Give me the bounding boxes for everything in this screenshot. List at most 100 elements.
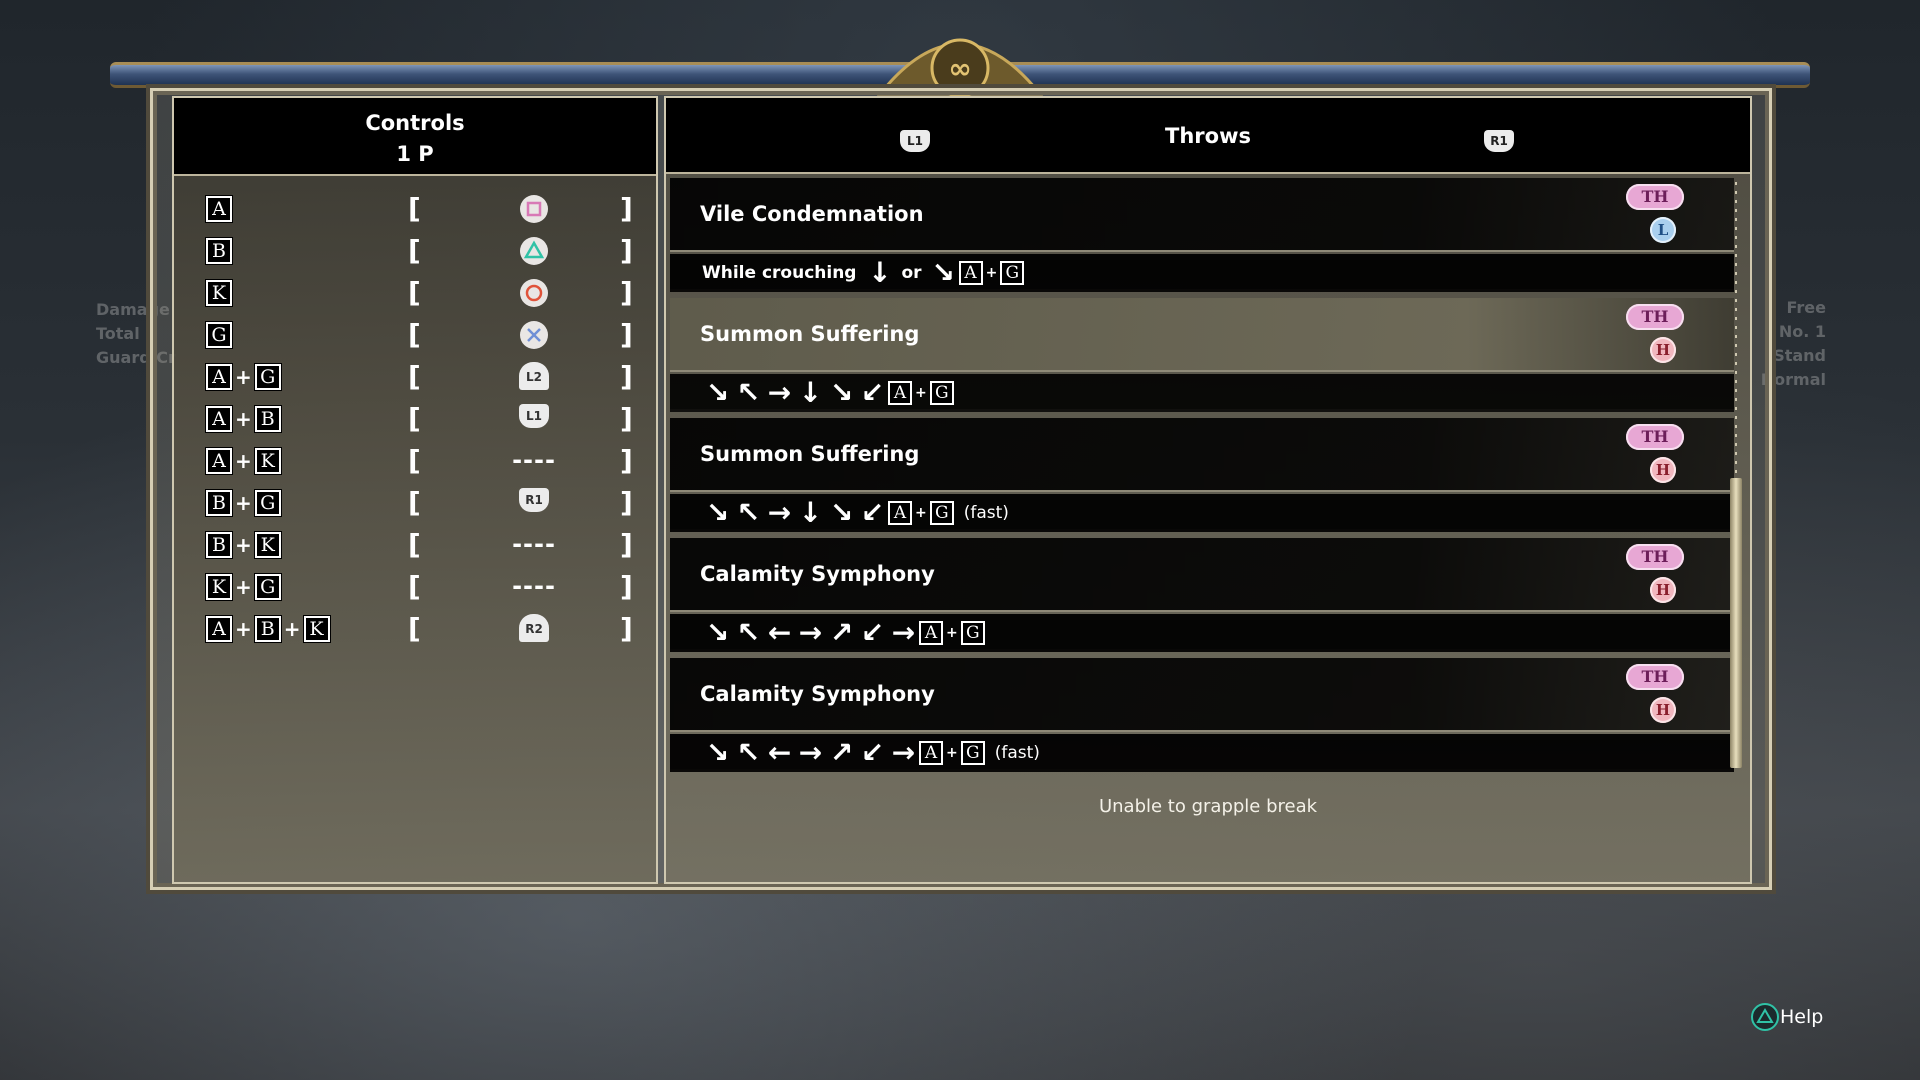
button-slot: ---- xyxy=(504,572,564,600)
key-b: B xyxy=(206,532,232,558)
throw-tag: TH xyxy=(1626,184,1684,210)
move-command-row: ↘ ↖ → ↓ ↘ ↙ A + G (fast) xyxy=(670,494,1734,532)
up-left-arrow-icon: ↖ xyxy=(736,736,761,769)
throw-tag: TH xyxy=(1626,664,1684,690)
help-button[interactable]: Help xyxy=(1750,1002,1823,1032)
key-a: A xyxy=(958,261,983,285)
plus-sign: + xyxy=(235,365,252,389)
circle-icon xyxy=(520,279,548,307)
up-left-arrow-icon: ↖ xyxy=(736,496,761,529)
key-combo: A + B + K xyxy=(206,616,330,642)
move-entry[interactable]: Calamity Symphony TH H ↘ ↖ ← → ↗ ↙ → A +… xyxy=(670,538,1734,652)
bracket-open: [ xyxy=(408,528,421,561)
bracket-close: ] xyxy=(620,318,633,351)
plus-sign: + xyxy=(235,575,252,599)
move-command-row: While crouching ↓ or ↘ A + G xyxy=(670,254,1734,292)
key-k: K xyxy=(303,616,330,642)
right-arrow-icon: → xyxy=(798,616,823,649)
move-name: Vile Condemnation xyxy=(700,202,924,226)
up-right-arrow-icon: ↗ xyxy=(829,736,854,769)
key-combo: K + G xyxy=(206,574,281,600)
move-header: Summon Suffering TH H xyxy=(670,298,1734,372)
or-text: or xyxy=(901,263,922,283)
bracket-open: [ xyxy=(408,318,421,351)
move-name: Summon Suffering xyxy=(700,442,920,466)
key-b: B xyxy=(254,616,281,642)
command-input: ↘ ↖ → ↓ ↘ ↙ A + G xyxy=(702,379,954,407)
move-name: Calamity Symphony xyxy=(700,562,935,586)
key-g: G xyxy=(929,381,954,405)
plus-sign: + xyxy=(235,407,252,431)
key-combo: B + K xyxy=(206,532,281,558)
move-entry[interactable]: Vile Condemnation TH L While crouching ↓… xyxy=(670,178,1734,292)
bracket-close: ] xyxy=(620,234,633,267)
low-level-tag: L xyxy=(1650,217,1676,243)
scroll-thumb[interactable] xyxy=(1730,478,1742,768)
unassigned-dash: ---- xyxy=(512,530,556,558)
throws-header: L1 Throws R1 xyxy=(666,98,1750,174)
button-slot: ---- xyxy=(504,446,564,474)
l2-trigger-icon: L2 xyxy=(519,362,549,390)
cross-icon xyxy=(520,321,548,349)
key-a: A xyxy=(206,196,232,222)
up-left-arrow-icon: ↖ xyxy=(736,376,761,409)
plus-sign: + xyxy=(235,491,252,515)
move-entry[interactable]: Summon Suffering TH H ↘ ↖ → ↓ ↘ ↙ A + G … xyxy=(670,418,1734,532)
key-a: A xyxy=(888,381,912,405)
bracket-close: ] xyxy=(620,402,633,435)
unassigned-dash: ---- xyxy=(512,572,556,600)
key-b: B xyxy=(254,406,281,432)
move-entry-selected[interactable]: Summon Suffering TH H ↘ ↖ → ↓ ↘ ↙ A + G xyxy=(670,298,1734,412)
control-row: B + K [ ---- ] xyxy=(174,526,656,568)
button-slot xyxy=(504,320,564,354)
triangle-icon xyxy=(520,237,548,265)
fast-note: (fast) xyxy=(963,503,1009,523)
bracket-close: ] xyxy=(620,360,633,393)
controls-header: Controls 1 P xyxy=(174,98,656,176)
bg-stat-label: Total xyxy=(96,324,140,343)
key-a: A xyxy=(919,741,943,765)
move-entry[interactable]: Calamity Symphony TH H ↘ ↖ ← → ↗ ↙ → A +… xyxy=(670,658,1734,772)
left-arrow-icon: ← xyxy=(767,616,792,649)
throw-tag: TH xyxy=(1626,424,1684,450)
key-combo: A + B xyxy=(206,406,281,432)
move-command-row: ↘ ↖ ← → ↗ ↙ → A + G (fast) xyxy=(670,734,1734,772)
command-input: ↘ ↖ ← → ↗ ↙ → A + G (fast) xyxy=(702,739,1040,767)
down-right-arrow-icon: ↘ xyxy=(829,376,854,409)
high-level-tag: H xyxy=(1650,697,1676,723)
key-g: G xyxy=(1000,261,1025,285)
move-command-row: ↘ ↖ → ↓ ↘ ↙ A + G xyxy=(670,374,1734,412)
scrollbar[interactable] xyxy=(1726,178,1746,868)
triangle-icon xyxy=(1751,1003,1779,1031)
key-combo: G xyxy=(206,322,232,348)
down-right-arrow-icon: ↘ xyxy=(931,256,955,289)
bracket-close: ] xyxy=(620,612,633,645)
key-g: G xyxy=(960,741,985,765)
bracket-open: [ xyxy=(408,192,421,225)
button-slot xyxy=(504,236,564,270)
r1-shoulder-icon: R1 xyxy=(519,488,549,512)
control-row: A + K [ ---- ] xyxy=(174,442,656,484)
down-right-arrow-icon: ↘ xyxy=(705,496,730,529)
down-arrow-icon: ↓ xyxy=(798,376,823,409)
fast-note: (fast) xyxy=(994,743,1040,763)
plus-sign: + xyxy=(235,617,252,641)
bracket-open: [ xyxy=(408,234,421,267)
command-input: ↘ ↖ ← → ↗ ↙ → A + G xyxy=(702,619,985,647)
command-input: ↘ ↖ → ↓ ↘ ↙ A + G (fast) xyxy=(702,499,1009,527)
button-slot: ---- xyxy=(504,530,564,558)
next-tab-r1-button[interactable]: R1 xyxy=(1484,130,1514,152)
left-arrow-icon: ← xyxy=(767,736,792,769)
high-level-tag: H xyxy=(1650,577,1676,603)
right-arrow-icon: → xyxy=(891,616,916,649)
button-slot xyxy=(504,278,564,312)
key-k: K xyxy=(206,280,232,306)
controls-panel: Controls 1 P A [ ] B [] K [] G [] A +… xyxy=(172,96,658,884)
move-header: Summon Suffering TH H xyxy=(670,418,1734,492)
key-combo: B xyxy=(206,238,232,264)
key-g: G xyxy=(929,501,954,525)
right-arrow-icon: → xyxy=(891,736,916,769)
key-combo: A + K xyxy=(206,448,281,474)
bracket-close: ] xyxy=(620,486,633,519)
key-b: B xyxy=(206,490,232,516)
